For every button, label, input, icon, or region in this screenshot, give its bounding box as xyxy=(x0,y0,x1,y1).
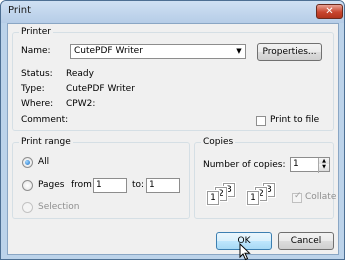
print-to-file-label: Print to file xyxy=(270,115,320,125)
copies-group-label: Copies xyxy=(201,137,236,147)
title-bar[interactable]: Print ✕ xyxy=(1,1,344,23)
collate-label: Collate xyxy=(305,192,337,202)
print-range-group-label: Print range xyxy=(19,137,73,147)
printer-group: Printer Name: CutePDF Writer ▼ Propertie… xyxy=(12,27,334,131)
from-input[interactable]: 1 xyxy=(93,178,127,193)
to-value: 1 xyxy=(149,180,155,190)
type-label: Type: xyxy=(21,84,45,94)
print-dialog-window: Print ✕ Printer Name: CutePDF Writer ▼ P… xyxy=(0,0,345,261)
print-to-file-checkbox[interactable] xyxy=(256,116,266,126)
close-icon: ✕ xyxy=(325,6,334,17)
range-selection-radio[interactable] xyxy=(22,202,33,213)
range-pages-radio[interactable] xyxy=(22,180,33,191)
copies-group: Copies Number of copies: 1 ▲ ▼ 3 2 1 3 2… xyxy=(194,137,337,219)
copies-value: 1 xyxy=(293,159,299,169)
range-selection-label: Selection xyxy=(38,202,80,212)
chevron-down-icon: ▼ xyxy=(236,47,242,55)
print-range-group: Print range All Pages from: 1 to: 1 Sele… xyxy=(12,137,190,219)
cancel-button[interactable]: Cancel xyxy=(278,232,334,250)
from-value: 1 xyxy=(96,180,102,190)
from-label: from: xyxy=(71,180,95,190)
collate-illustration-icon: 3 2 1 3 2 1 xyxy=(207,181,287,213)
checkmark-icon: ✓ xyxy=(294,191,302,201)
page-icon: 1 xyxy=(207,191,219,205)
radio-selected-dot xyxy=(25,160,30,165)
printer-name-select[interactable]: CutePDF Writer ▼ xyxy=(70,44,246,59)
type-value: CutePDF Writer xyxy=(66,84,135,94)
cancel-button-label: Cancel xyxy=(290,236,322,246)
to-input[interactable]: 1 xyxy=(146,178,180,193)
range-all-label: All xyxy=(38,157,50,167)
mouse-pointer-icon xyxy=(239,243,251,261)
close-button[interactable]: ✕ xyxy=(316,4,343,19)
name-label: Name: xyxy=(21,46,51,56)
copies-spinner[interactable]: ▲ ▼ xyxy=(318,158,329,173)
printer-name-value: CutePDF Writer xyxy=(74,46,143,56)
range-all-radio[interactable] xyxy=(22,157,33,168)
copies-stepper[interactable]: 1 ▲ ▼ xyxy=(290,157,330,173)
collate-checkbox[interactable]: ✓ xyxy=(292,191,302,203)
status-label: Status: xyxy=(21,69,53,79)
comment-label: Comment: xyxy=(21,115,69,125)
page-icon: 1 xyxy=(247,191,259,205)
where-label: Where: xyxy=(21,99,54,109)
properties-button[interactable]: Properties... xyxy=(257,43,322,61)
where-value: CPW2: xyxy=(66,99,96,109)
printer-group-label: Printer xyxy=(19,27,53,37)
window-title: Print xyxy=(8,5,32,16)
status-value: Ready xyxy=(66,69,94,79)
to-label: to: xyxy=(132,180,145,190)
number-of-copies-label: Number of copies: xyxy=(203,160,286,170)
chevron-down-icon[interactable]: ▼ xyxy=(319,164,329,171)
dialog-content: Printer Name: CutePDF Writer ▼ Propertie… xyxy=(7,23,339,255)
properties-button-label: Properties... xyxy=(262,47,317,57)
range-pages-label: Pages xyxy=(38,180,65,190)
